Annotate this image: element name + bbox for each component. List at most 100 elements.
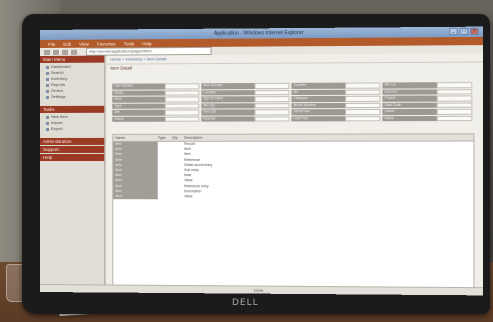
sidebar-heading: Main Menu bbox=[40, 55, 105, 63]
field-label: Qty On Hand bbox=[201, 96, 255, 102]
cell bbox=[172, 194, 184, 199]
sidebar-item-label: Settings bbox=[51, 93, 66, 99]
field-input[interactable] bbox=[345, 102, 381, 109]
field-input[interactable] bbox=[345, 89, 381, 95]
field-input[interactable] bbox=[165, 83, 200, 89]
sidebar: Main Menu Dashboard Search Inventory Rep… bbox=[40, 55, 106, 293]
nav-icon bbox=[45, 83, 49, 87]
field-label: Type bbox=[112, 103, 166, 109]
field-input[interactable] bbox=[345, 108, 381, 115]
sidebar-heading[interactable]: Support bbox=[40, 145, 105, 153]
data-grid: Name Type Qty Description Item Record Ite… bbox=[112, 133, 475, 290]
field-label: Location bbox=[201, 89, 255, 96]
field-input[interactable] bbox=[437, 102, 473, 108]
field-label: Owner bbox=[382, 108, 438, 115]
field-label: Supplier bbox=[291, 82, 346, 89]
form-column: Bin Loc Account Project Dept Code Owner … bbox=[382, 82, 473, 127]
field-label: Part Number bbox=[112, 83, 166, 90]
field-label: Account bbox=[382, 88, 438, 95]
forward-button[interactable] bbox=[53, 49, 60, 55]
window-controls: _ □ × bbox=[449, 27, 479, 36]
field-label: Bin Loc bbox=[382, 82, 438, 89]
menu-file[interactable]: File bbox=[48, 41, 55, 46]
field-label: Notes bbox=[382, 115, 438, 122]
menu-tools[interactable]: Tools bbox=[124, 41, 135, 46]
field-label: Dept Code bbox=[382, 102, 438, 108]
field-input[interactable] bbox=[345, 115, 381, 122]
refresh-button[interactable] bbox=[62, 49, 69, 55]
field-input[interactable] bbox=[165, 89, 200, 96]
nav-icon bbox=[45, 121, 49, 125]
field-label: Project bbox=[382, 95, 438, 102]
field-input[interactable] bbox=[165, 96, 200, 103]
field-label: Max Qty bbox=[201, 109, 255, 116]
nav-icon bbox=[45, 115, 49, 119]
field-input[interactable] bbox=[254, 115, 290, 122]
form-column: Part Number Name Desc Type Site Status bbox=[112, 83, 200, 128]
nav-icon bbox=[45, 95, 49, 99]
field-label: Mfr bbox=[291, 89, 346, 96]
menu-favorites[interactable]: Favorites bbox=[97, 41, 116, 46]
field-input[interactable] bbox=[254, 89, 290, 96]
nav-icon bbox=[45, 127, 49, 131]
sidebar-item-label: Export bbox=[51, 125, 63, 131]
field-input[interactable] bbox=[254, 109, 290, 115]
menu-view[interactable]: View bbox=[79, 41, 89, 46]
field-input[interactable] bbox=[437, 108, 473, 115]
field-label: Item Number bbox=[201, 83, 255, 89]
table-row[interactable]: Item Value bbox=[113, 194, 473, 200]
field-input[interactable] bbox=[437, 115, 473, 122]
field-label: Desc bbox=[112, 96, 166, 103]
field-input[interactable] bbox=[254, 102, 290, 109]
field-input[interactable] bbox=[165, 102, 200, 109]
detail-form: Part Number Name Desc Type Site Status I… bbox=[112, 82, 473, 128]
field-input[interactable] bbox=[437, 82, 473, 88]
form-column: Item Number Location Qty On Hand Min Qty… bbox=[201, 82, 290, 128]
field-label: Category bbox=[291, 95, 346, 102]
field-label: Min Qty bbox=[201, 102, 255, 109]
field-input[interactable] bbox=[345, 82, 381, 89]
maximize-button[interactable]: □ bbox=[459, 27, 469, 35]
cell: Value bbox=[184, 194, 193, 199]
field-label: Name bbox=[112, 89, 166, 96]
main-content: Home > Inventory > Item Detail Item Deta… bbox=[106, 53, 483, 296]
field-input[interactable] bbox=[165, 116, 200, 122]
sidebar-heading[interactable]: Help bbox=[40, 153, 105, 161]
field-label: Unit Price bbox=[291, 115, 346, 122]
field-input[interactable] bbox=[254, 96, 290, 102]
field-input[interactable] bbox=[345, 95, 381, 102]
field-label: Reorder bbox=[201, 115, 255, 122]
app-body: Main Menu Dashboard Search Inventory Rep… bbox=[40, 53, 483, 296]
cell: Item bbox=[113, 194, 158, 200]
column-header[interactable]: Description bbox=[184, 134, 473, 140]
close-button[interactable]: × bbox=[470, 27, 479, 35]
monitor: Application - Windows Internet Explorer … bbox=[22, 14, 490, 314]
field-label: Model Number bbox=[291, 102, 346, 109]
nav-icon bbox=[45, 89, 49, 93]
field-input[interactable] bbox=[437, 88, 473, 95]
column-header[interactable]: Type bbox=[158, 135, 172, 141]
cell bbox=[158, 194, 172, 199]
nav-icon bbox=[45, 77, 49, 81]
field-input[interactable] bbox=[165, 109, 200, 116]
home-button[interactable] bbox=[71, 49, 78, 55]
field-input[interactable] bbox=[437, 95, 473, 102]
field-label: Serial Num bbox=[291, 109, 346, 115]
window-title: Application - Windows Internet Explorer bbox=[213, 30, 304, 37]
menu-edit[interactable]: Edit bbox=[63, 41, 71, 46]
sidebar-heading: Tasks bbox=[40, 105, 105, 113]
nav-icon bbox=[45, 71, 49, 75]
nav-icon bbox=[45, 65, 49, 69]
column-header[interactable]: Name bbox=[113, 135, 157, 141]
column-header[interactable]: Qty bbox=[172, 135, 184, 141]
field-input[interactable] bbox=[254, 82, 290, 89]
sidebar-heading[interactable]: Administration bbox=[40, 137, 105, 145]
page-title: Item Detail bbox=[110, 65, 132, 71]
monitor-screen: Application - Windows Internet Explorer … bbox=[40, 26, 483, 296]
field-label: Site bbox=[112, 109, 166, 116]
minimize-button[interactable]: _ bbox=[449, 27, 458, 36]
monitor-brand-logo: DELL bbox=[232, 298, 259, 308]
form-column: Supplier Mfr Category Model Number Seria… bbox=[291, 82, 381, 127]
menu-help[interactable]: Help bbox=[142, 41, 151, 46]
back-button[interactable] bbox=[43, 49, 50, 55]
